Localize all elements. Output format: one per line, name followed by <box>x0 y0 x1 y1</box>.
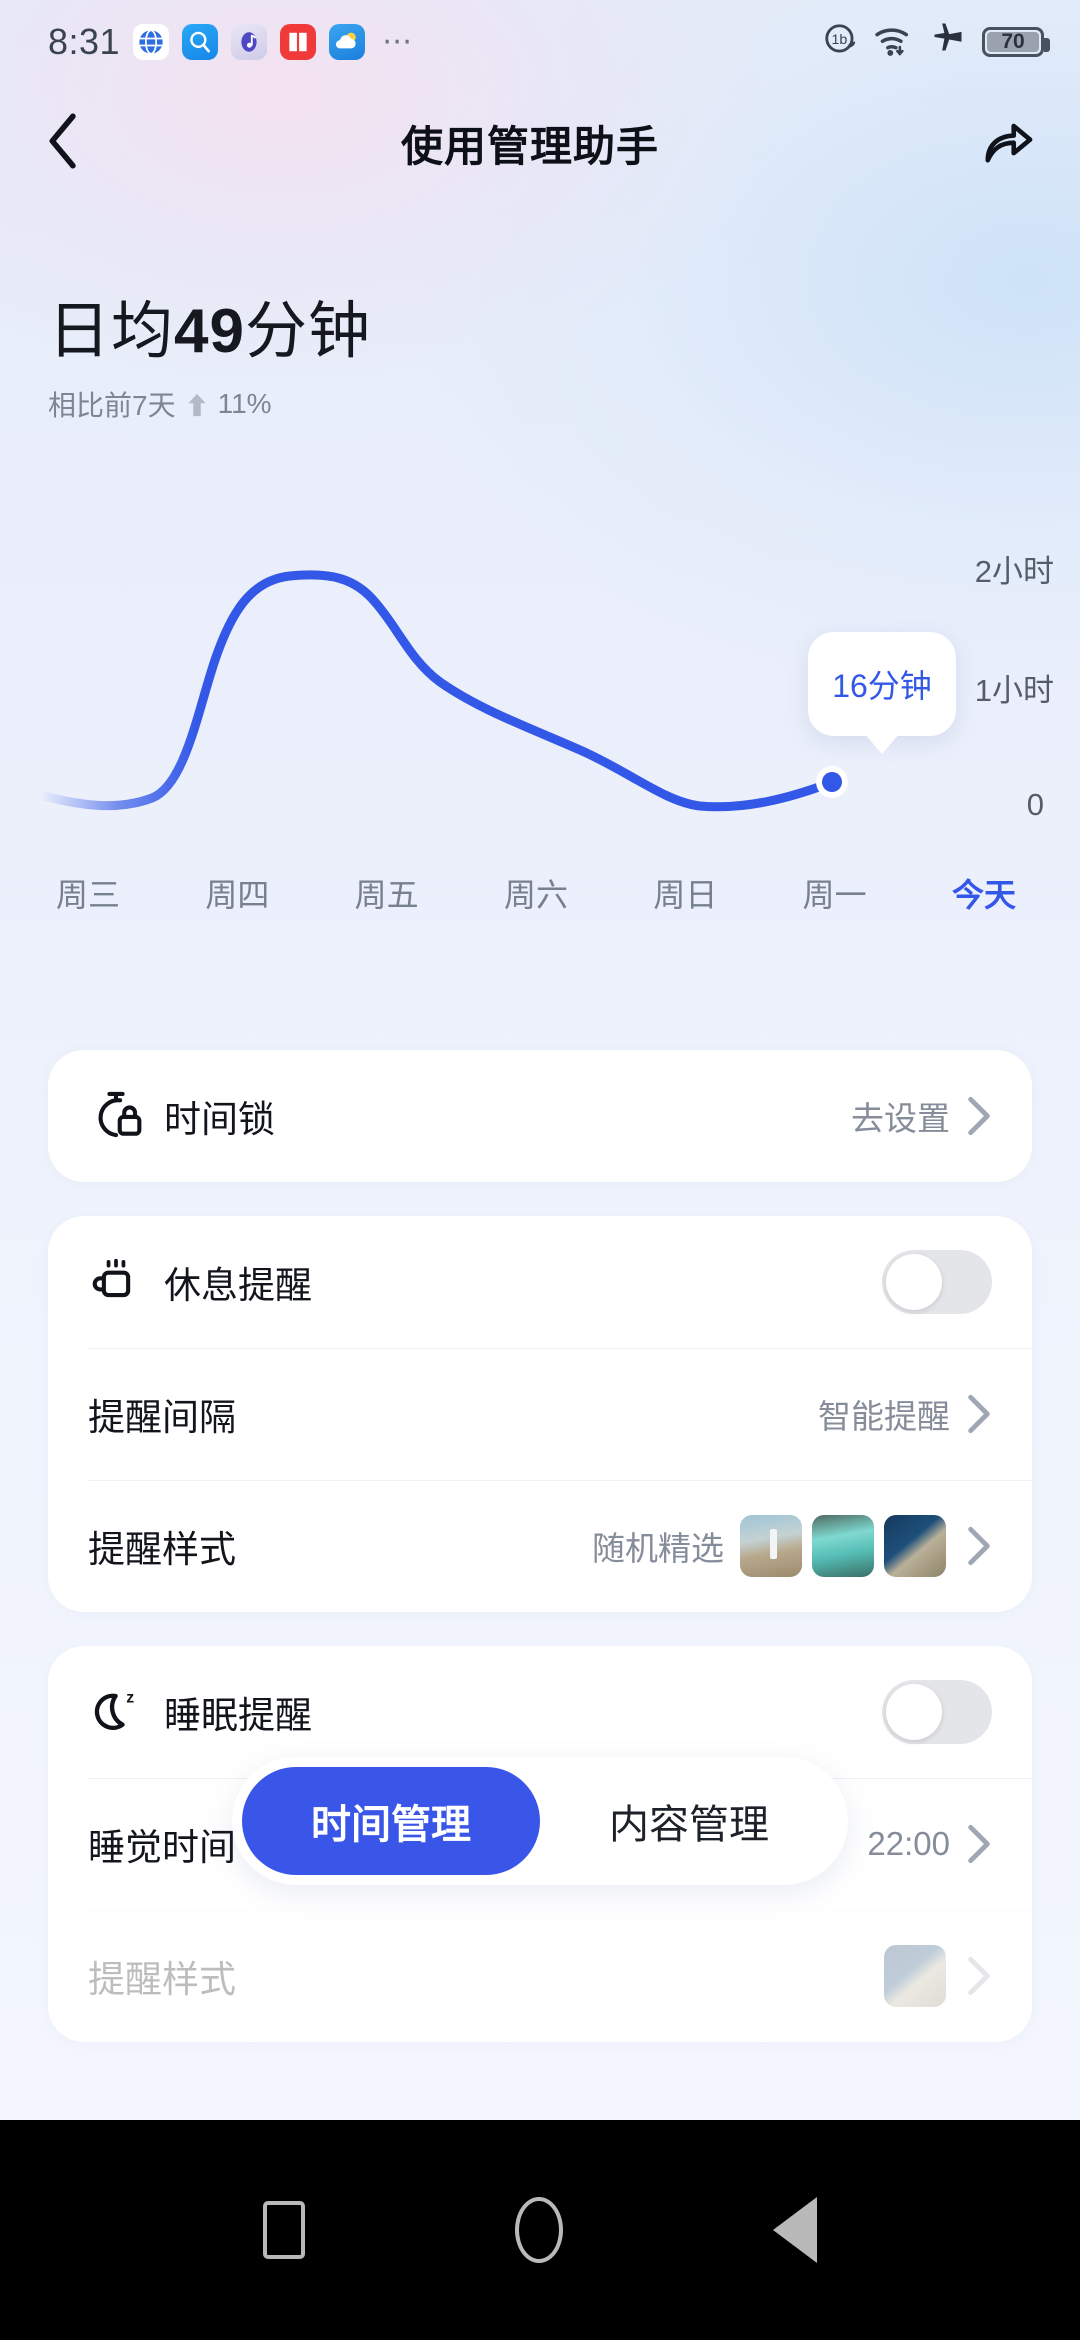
row-value-time-lock: 去设置 <box>851 1100 950 1137</box>
comparison-value: 11% <box>217 388 272 419</box>
row-reminder-interval[interactable]: 提醒间隔 智能提醒 <box>48 1348 1032 1480</box>
browser-icon <box>133 24 170 60</box>
row-sleep-reminder-style[interactable]: 提醒样式 <box>48 1910 1032 2042</box>
android-nav-bar <box>0 2120 1080 2340</box>
day-label-1[interactable]: 周四 <box>205 870 269 916</box>
row-label-rest-reminder: 休息提醒 <box>164 1265 312 1306</box>
day-label-5[interactable]: 周一 <box>803 870 867 916</box>
search-icon <box>182 24 219 60</box>
music-icon <box>231 24 268 60</box>
row-reminder-style[interactable]: 提醒样式 随机精选 <box>48 1480 1032 1612</box>
daily-average-value: 49 <box>174 297 245 366</box>
svg-text:1b: 1b <box>831 32 847 48</box>
timelock-icon <box>88 1088 150 1144</box>
row-label-sleep-reminder-style: 提醒样式 <box>88 1959 236 2000</box>
row-label-time-lock: 时间锁 <box>164 1099 275 1140</box>
row-value-bedtime: 22:00 <box>867 1825 950 1862</box>
day-label-3[interactable]: 周六 <box>504 870 568 916</box>
daily-average-text: 日均49分钟 <box>48 280 371 370</box>
recents-square-icon[interactable] <box>263 2201 305 2259</box>
lighthouse-thumbnail <box>740 1515 802 1577</box>
status-time: 8:31 <box>48 21 121 62</box>
moon-sleep-icon: z <box>88 1684 150 1740</box>
coffee-cup-icon <box>88 1254 150 1310</box>
toggle-knob <box>886 1684 942 1740</box>
row-value-reminder-style: 随机精选 <box>592 1530 724 1567</box>
day-label-2[interactable]: 周五 <box>355 870 419 916</box>
chart-x-axis-days: 周三 周四 周五 周六 周日 周一 今天 <box>56 870 1016 916</box>
status-bar-left: 8:31 ⋯ <box>48 21 414 63</box>
airplane-mode-icon <box>928 22 968 63</box>
back-triangle-icon[interactable] <box>773 2197 817 2263</box>
y-tick-2h: 2小时 <box>974 554 1054 589</box>
waterfall-thumbnail <box>812 1515 874 1577</box>
row-label-reminder-style: 提醒样式 <box>88 1529 236 1570</box>
reminder-style-thumbnails <box>740 1515 946 1577</box>
daily-average-prefix: 日均 <box>48 297 175 366</box>
toggle-knob <box>886 1254 942 1310</box>
power-saving-icon: 1b <box>822 21 860 64</box>
status-overflow-dots: ⋯ <box>382 25 415 58</box>
row-label-reminder-interval: 提醒间隔 <box>88 1397 236 1438</box>
battery-indicator: 70 <box>982 27 1050 57</box>
coastline-thumbnail <box>884 1945 946 2007</box>
chevron-right-icon[interactable] <box>966 1525 992 1567</box>
usage-summary: 日均49分钟 相比前7天 11% <box>48 280 371 424</box>
book-icon <box>280 24 317 60</box>
comparison-label: 相比前7天 <box>48 390 176 421</box>
status-bar-right: 1b 70 <box>822 21 1050 64</box>
y-tick-0: 0 <box>1026 787 1044 822</box>
chevron-right-icon[interactable] <box>966 1955 992 1997</box>
svg-text:z: z <box>126 1690 134 1707</box>
home-circle-icon[interactable] <box>515 2197 563 2263</box>
bottom-tab-bar: 时间管理 内容管理 <box>232 1757 848 1885</box>
toggle-rest-reminder[interactable] <box>882 1250 992 1314</box>
settings-cards: 时间锁 去设置 休息提醒 提醒间隔 智能提醒 提醒样式 随机精选 z 睡眠提醒 … <box>48 1050 1032 2076</box>
row-rest-reminder[interactable]: 休息提醒 <box>48 1216 1032 1348</box>
y-tick-1h: 1小时 <box>974 673 1054 708</box>
back-chevron-icon[interactable] <box>46 112 80 174</box>
chart-line <box>35 570 835 812</box>
chevron-right-icon[interactable] <box>966 1095 992 1137</box>
row-label-bedtime: 睡觉时间 <box>88 1827 236 1868</box>
day-label-today[interactable]: 今天 <box>952 870 1016 916</box>
chart-active-point[interactable] <box>822 772 842 792</box>
share-icon[interactable] <box>980 116 1034 171</box>
coastline-thumbnail <box>884 1515 946 1577</box>
chevron-right-icon[interactable] <box>966 1823 992 1865</box>
day-label-0[interactable]: 周三 <box>56 870 120 916</box>
toggle-sleep-reminder[interactable] <box>882 1680 992 1744</box>
tab-content-management[interactable]: 内容管理 <box>540 1767 838 1875</box>
page-title: 使用管理助手 <box>400 122 659 170</box>
comparison-row: 相比前7天 11% <box>48 384 371 424</box>
chevron-right-icon[interactable] <box>966 1393 992 1435</box>
arrow-up-icon <box>186 392 208 417</box>
weather-icon <box>329 24 366 60</box>
app-bar: 使用管理助手 <box>0 88 1080 198</box>
row-time-lock[interactable]: 时间锁 去设置 <box>48 1050 1032 1182</box>
time-lock-card: 时间锁 去设置 <box>48 1050 1032 1182</box>
tab-time-management[interactable]: 时间管理 <box>242 1767 540 1875</box>
day-label-4[interactable]: 周日 <box>653 870 717 916</box>
row-value-reminder-interval: 智能提醒 <box>818 1398 950 1435</box>
daily-average-unit: 分钟 <box>244 297 371 366</box>
status-bar: 8:31 ⋯ 1b 70 <box>0 0 1080 84</box>
sleep-style-thumbnails <box>884 1945 946 2007</box>
wifi-icon <box>874 23 914 62</box>
chart-tooltip: 16分钟 <box>808 632 956 736</box>
battery-percent: 70 <box>1001 30 1025 53</box>
chart-tooltip-text: 16分钟 <box>832 668 932 704</box>
rest-reminder-card: 休息提醒 提醒间隔 智能提醒 提醒样式 随机精选 <box>48 1216 1032 1612</box>
row-label-sleep-reminder: 睡眠提醒 <box>164 1695 312 1736</box>
